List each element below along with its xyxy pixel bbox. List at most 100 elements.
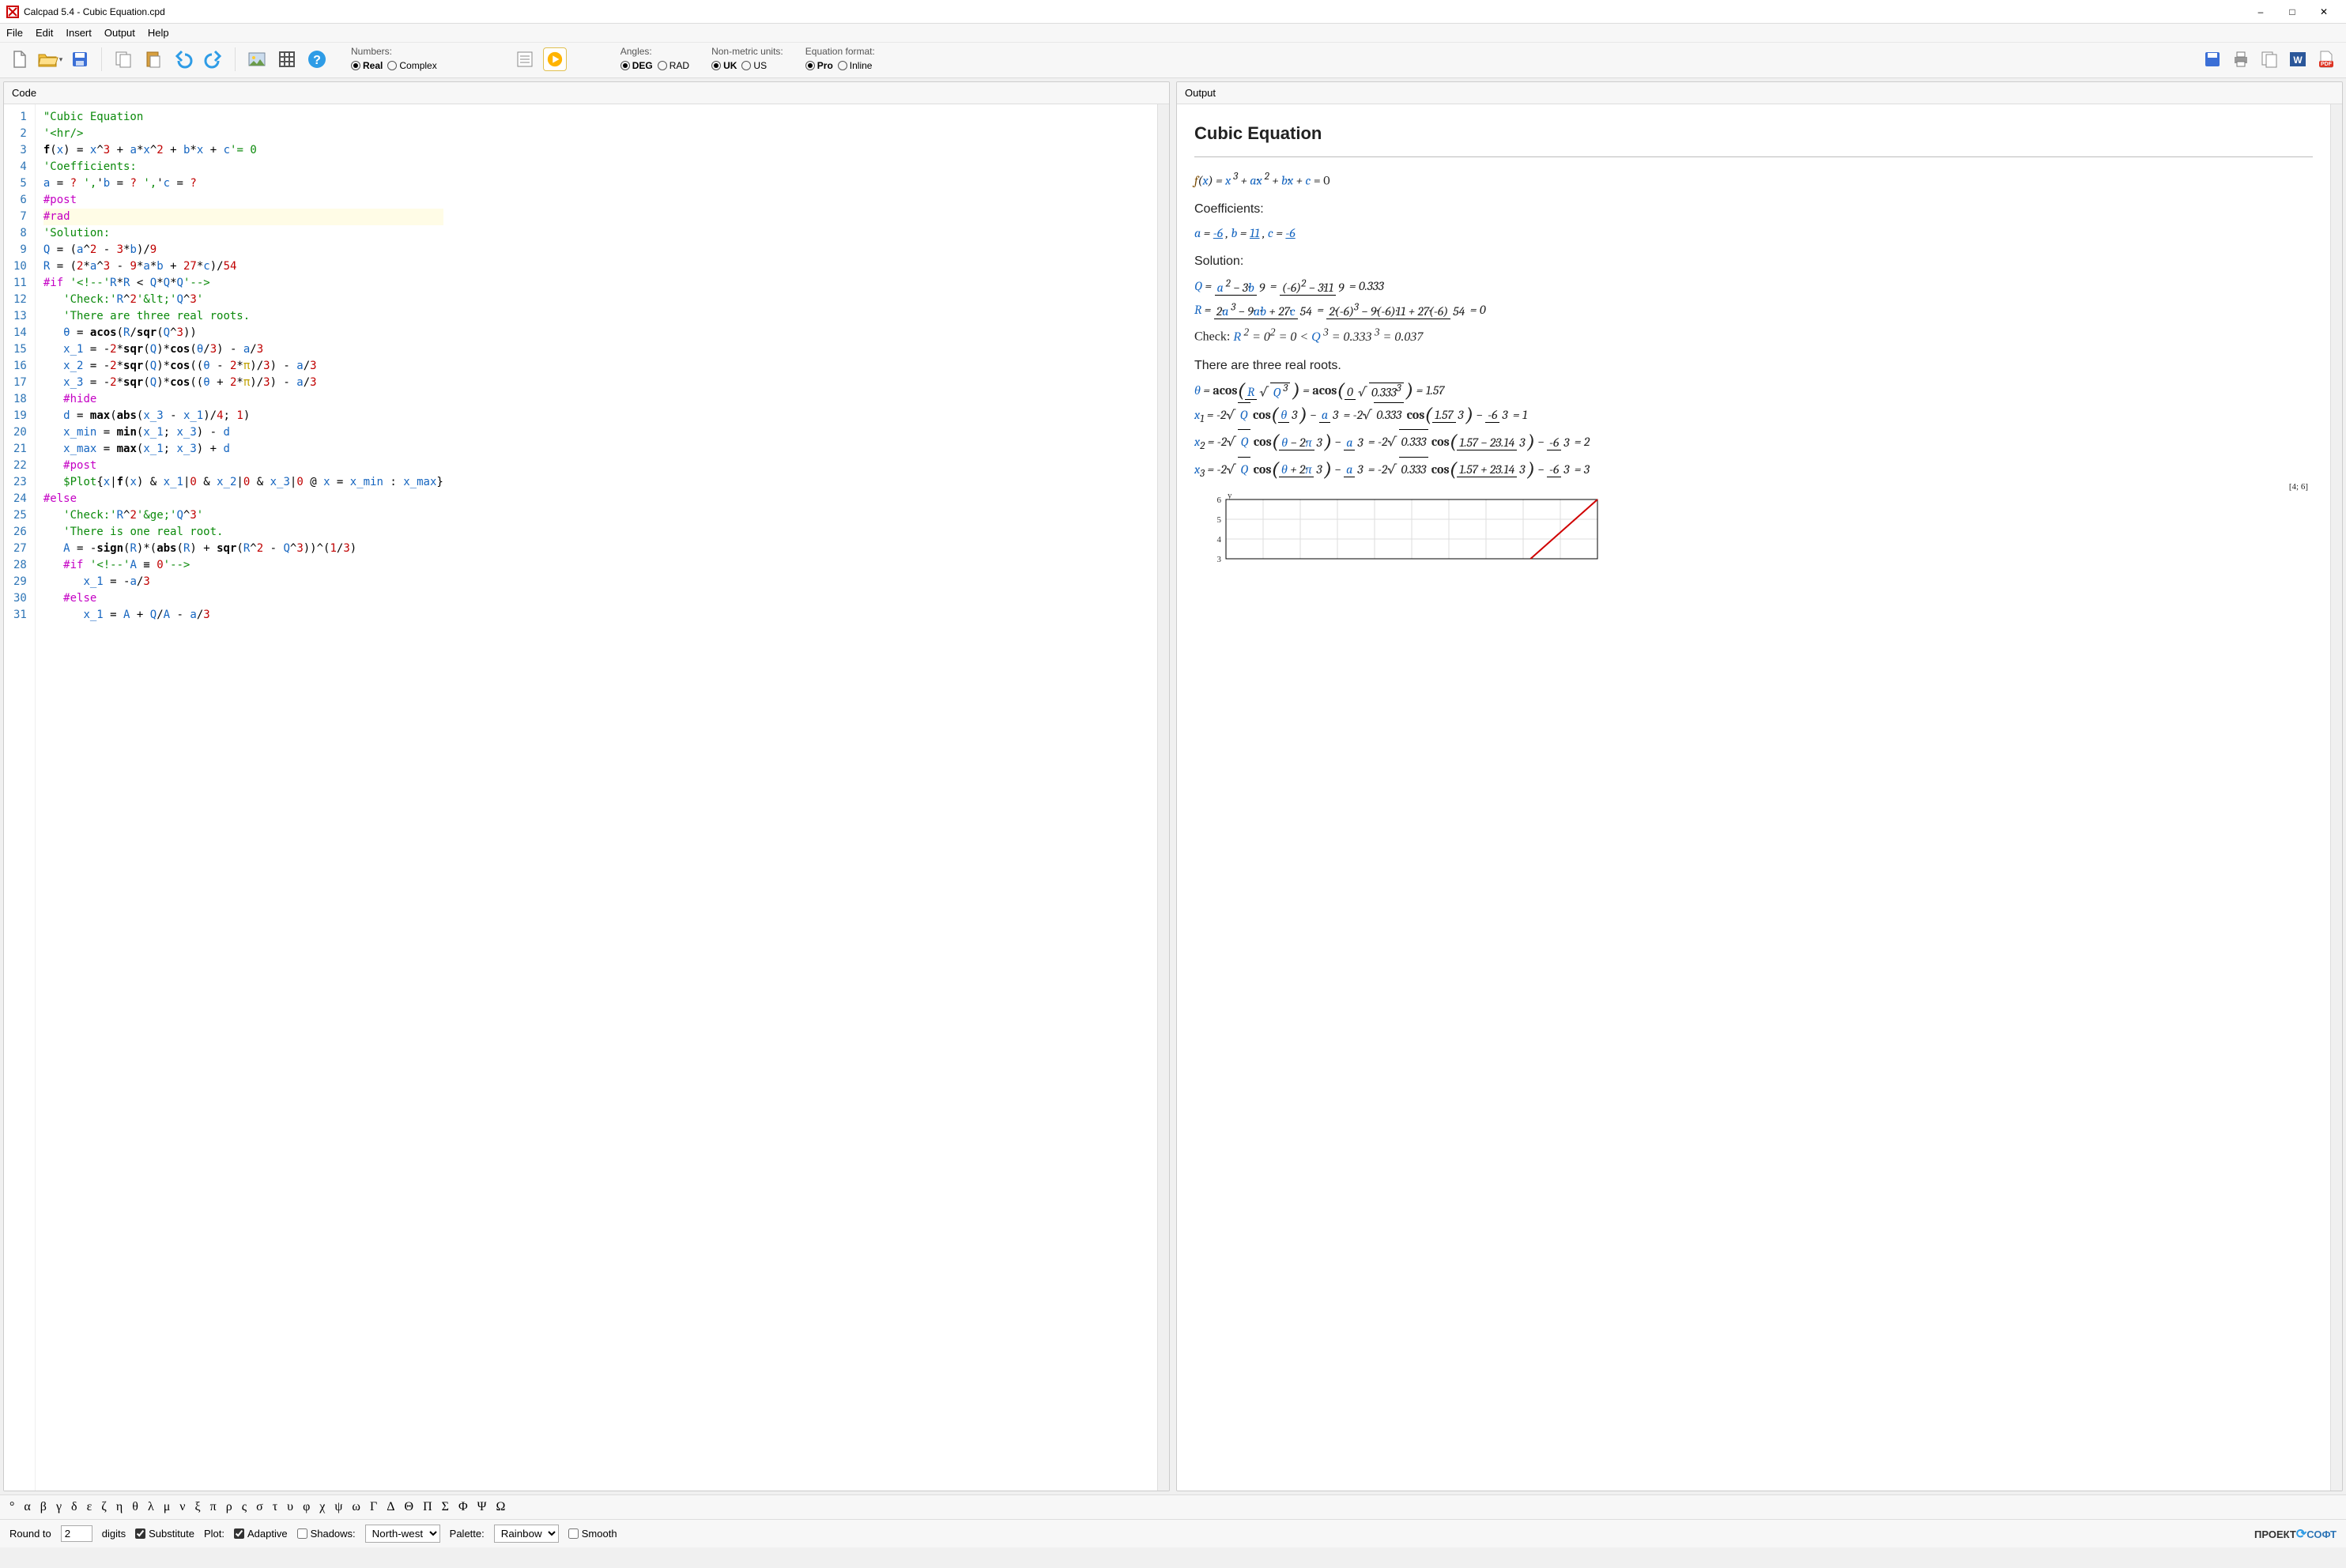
greek-char[interactable]: ζ [101, 1500, 107, 1514]
run-button[interactable] [543, 47, 567, 71]
greek-char[interactable]: π [210, 1500, 217, 1514]
code-line[interactable]: #else [43, 590, 443, 607]
greek-char[interactable]: ° [9, 1500, 14, 1514]
code-line[interactable]: #hide [43, 391, 443, 408]
code-line[interactable]: 'There is one real root. [43, 524, 443, 541]
greek-char[interactable]: Σ [442, 1500, 449, 1514]
code-line[interactable]: #if '<!--'R*R < Q*Q*Q'--> [43, 275, 443, 292]
round-input[interactable] [61, 1525, 92, 1542]
greek-char[interactable]: Θ [405, 1500, 414, 1514]
code-line[interactable]: x_min = min(x_1; x_3) - d [43, 424, 443, 441]
menu-edit[interactable]: Edit [36, 27, 53, 39]
code-line[interactable]: $Plot{x|f(x) & x_1|0 & x_2|0 & x_3|0 @ x… [43, 474, 443, 491]
numbers-complex[interactable]: Complex [387, 60, 436, 71]
greek-char[interactable]: θ [132, 1500, 138, 1514]
code-line[interactable]: "Cubic Equation [43, 109, 443, 126]
code-line[interactable]: x_max = max(x_1; x_3) + d [43, 441, 443, 458]
greek-char[interactable]: ω [352, 1500, 360, 1514]
code-line[interactable]: #post [43, 458, 443, 474]
units-uk[interactable]: UK [711, 60, 737, 71]
minimize-button[interactable]: – [2245, 6, 2276, 17]
save-file-icon[interactable] [68, 47, 92, 71]
greek-char[interactable]: γ [56, 1500, 62, 1514]
code-scrollbar[interactable] [1157, 104, 1169, 1491]
greek-char[interactable]: ν [179, 1500, 185, 1514]
print-icon[interactable] [2229, 47, 2253, 71]
greek-char[interactable]: ς [242, 1500, 247, 1514]
greek-char[interactable]: α [24, 1500, 30, 1514]
keypad-icon[interactable] [275, 47, 299, 71]
menu-insert[interactable]: Insert [66, 27, 92, 39]
code-line[interactable]: 'Solution: [43, 225, 443, 242]
code-line[interactable]: x_3 = -2*sqr(Q)*cos((θ + 2*π)/3) - a/3 [43, 375, 443, 391]
code-line[interactable]: 'There are three real roots. [43, 308, 443, 325]
greek-char[interactable]: φ [303, 1500, 310, 1514]
greek-char[interactable]: λ [148, 1500, 154, 1514]
save-output-icon[interactable] [2201, 47, 2224, 71]
redo-icon[interactable] [202, 47, 225, 71]
code-line[interactable]: #else [43, 491, 443, 507]
open-file-icon[interactable]: ▾ [38, 47, 62, 71]
greek-char[interactable]: σ [256, 1500, 263, 1514]
word-export-icon[interactable]: W [2286, 47, 2310, 71]
code-line[interactable]: #if '<!--'A ≡ 0'--> [43, 557, 443, 574]
code-line[interactable]: A = -sign(R)*(abs(R) + sqr(R^2 - Q^3))^(… [43, 541, 443, 557]
copy-icon[interactable] [111, 47, 135, 71]
code-line[interactable]: 'Coefficients: [43, 159, 443, 175]
form-icon[interactable] [513, 47, 537, 71]
code-line[interactable]: #rad [43, 209, 443, 225]
greek-char[interactable]: χ [319, 1500, 325, 1514]
shadows-check[interactable]: Shadows: [297, 1528, 356, 1540]
code-line[interactable]: R = (2*a^3 - 9*a*b + 27*c)/54 [43, 258, 443, 275]
code-line[interactable]: d = max(abs(x_3 - x_1)/4; 1) [43, 408, 443, 424]
greek-char[interactable]: ρ [226, 1500, 232, 1514]
code-line[interactable]: f(x) = x^3 + a*x^2 + b*x + c'= 0 [43, 142, 443, 159]
greek-char[interactable]: η [116, 1500, 123, 1514]
greek-char[interactable]: δ [71, 1500, 77, 1514]
code-line[interactable]: θ = acos(R/sqr(Q^3)) [43, 325, 443, 341]
image-icon[interactable] [245, 47, 269, 71]
greek-char[interactable]: τ [273, 1500, 277, 1514]
paste-icon[interactable] [141, 47, 165, 71]
close-button[interactable]: ✕ [2308, 6, 2340, 17]
angles-deg[interactable]: DEG [620, 60, 653, 71]
greek-char[interactable]: ε [87, 1500, 92, 1514]
code-line[interactable]: 'Check:'R^2'&lt;'Q^3' [43, 292, 443, 308]
greek-char[interactable]: ψ [334, 1500, 342, 1514]
greek-char[interactable]: Γ [370, 1500, 377, 1514]
shadows-select[interactable]: North-west [365, 1525, 440, 1543]
greek-char[interactable]: μ [164, 1500, 171, 1514]
menu-output[interactable]: Output [104, 27, 135, 39]
greek-char[interactable]: β [40, 1500, 47, 1514]
code-line[interactable]: Q = (a^2 - 3*b)/9 [43, 242, 443, 258]
code-line[interactable]: 'Check:'R^2'&ge;'Q^3' [43, 507, 443, 524]
menu-help[interactable]: Help [148, 27, 169, 39]
greek-char[interactable]: Δ [387, 1500, 394, 1514]
greek-char[interactable]: ξ [195, 1500, 201, 1514]
pdf-export-icon[interactable]: PDF [2314, 47, 2338, 71]
smooth-check[interactable]: Smooth [568, 1528, 617, 1540]
new-file-icon[interactable] [8, 47, 32, 71]
greek-char[interactable]: Ψ [477, 1500, 487, 1514]
code-line[interactable]: #post [43, 192, 443, 209]
menu-file[interactable]: File [6, 27, 23, 39]
code-line[interactable]: x_1 = -2*sqr(Q)*cos(θ/3) - a/3 [43, 341, 443, 358]
greek-char[interactable]: Ω [496, 1500, 505, 1514]
code-editor[interactable]: 1234567891011121314151617181920212223242… [4, 104, 1157, 1491]
units-us[interactable]: US [741, 60, 767, 71]
palette-select[interactable]: Rainbow [494, 1525, 559, 1543]
adaptive-check[interactable]: Adaptive [234, 1528, 288, 1540]
code-line[interactable]: x_1 = A + Q/A - a/3 [43, 607, 443, 624]
greek-char[interactable]: υ [287, 1500, 293, 1514]
output-body[interactable]: Cubic Equation f(x) = x 3 + a·x 2 + b·x … [1177, 104, 2330, 1491]
copy-output-icon[interactable] [2257, 47, 2281, 71]
substitute-check[interactable]: Substitute [135, 1528, 194, 1540]
help-icon[interactable]: ? [305, 47, 329, 71]
output-scrollbar[interactable] [2330, 104, 2342, 1491]
maximize-button[interactable]: □ [2276, 6, 2308, 17]
undo-icon[interactable] [172, 47, 195, 71]
numbers-real[interactable]: Real [351, 60, 383, 71]
code-line[interactable]: x_1 = -a/3 [43, 574, 443, 590]
code-line[interactable]: '<hr/> [43, 126, 443, 142]
code-line[interactable]: a = ? ','b = ? ','c = ? [43, 175, 443, 192]
